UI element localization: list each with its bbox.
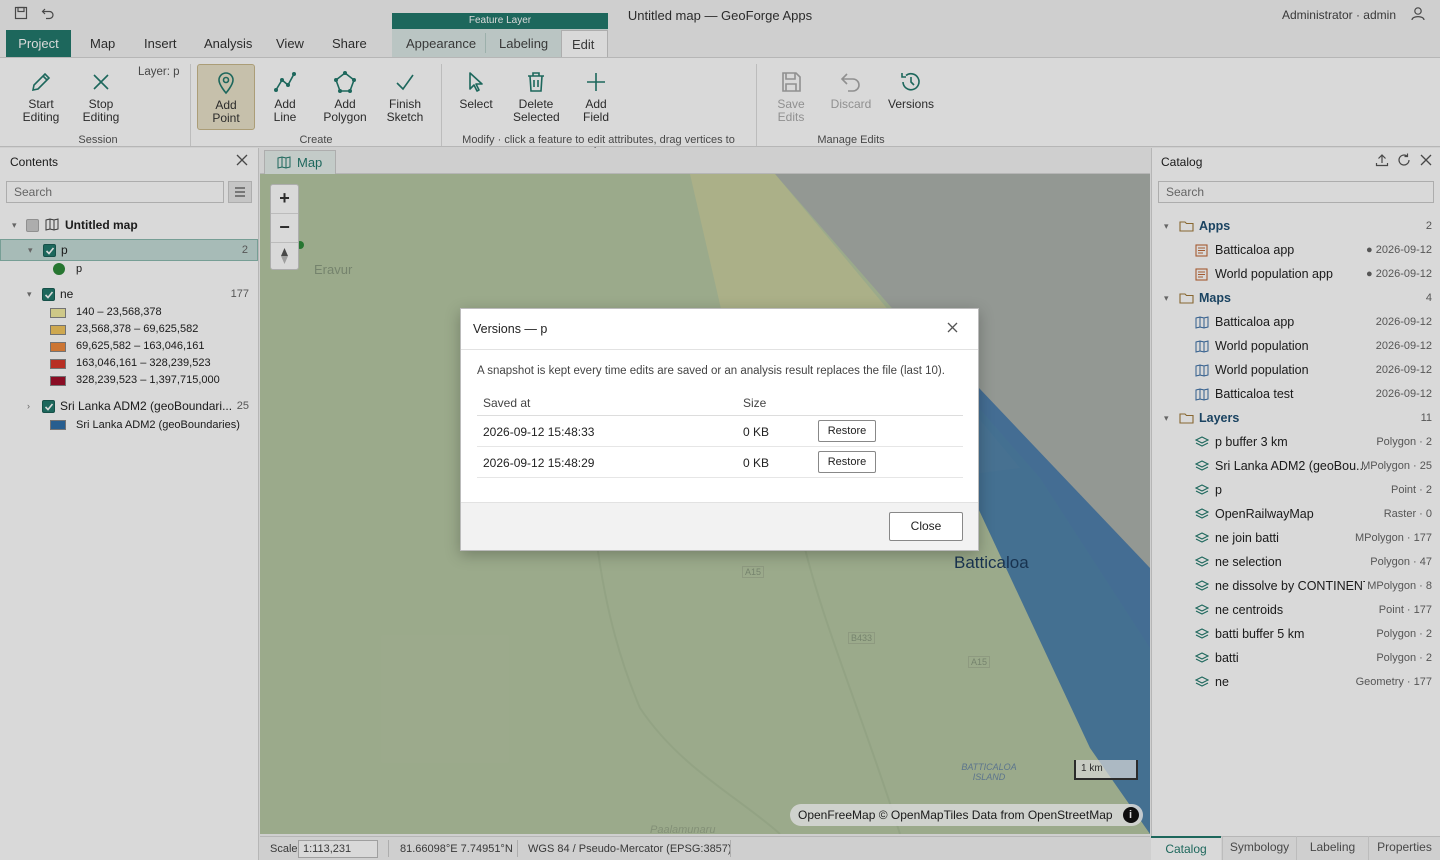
table-row: 2026-09-12 15:48:29 0 KB Restore bbox=[477, 447, 963, 478]
restore-button[interactable]: Restore bbox=[818, 451, 876, 473]
restore-button[interactable]: Restore bbox=[818, 420, 876, 442]
close-icon[interactable] bbox=[947, 322, 958, 333]
versions-dialog: Versions — p A snapshot is kept every ti… bbox=[460, 308, 979, 551]
column-header-size: Size bbox=[743, 396, 767, 410]
table-row: 2026-09-12 15:48:33 0 KB Restore bbox=[477, 416, 963, 447]
size-cell: 0 KB bbox=[743, 425, 770, 439]
saved-at-cell: 2026-09-12 15:48:29 bbox=[483, 456, 595, 470]
size-cell: 0 KB bbox=[743, 456, 770, 470]
saved-at-cell: 2026-09-12 15:48:33 bbox=[483, 425, 595, 439]
dialog-description: A snapshot is kept every time edits are … bbox=[477, 365, 945, 377]
dialog-title: Versions — p bbox=[473, 322, 548, 336]
dialog-divider bbox=[461, 349, 978, 350]
close-button[interactable]: Close bbox=[889, 512, 963, 541]
column-header-saved-at: Saved at bbox=[483, 396, 531, 410]
